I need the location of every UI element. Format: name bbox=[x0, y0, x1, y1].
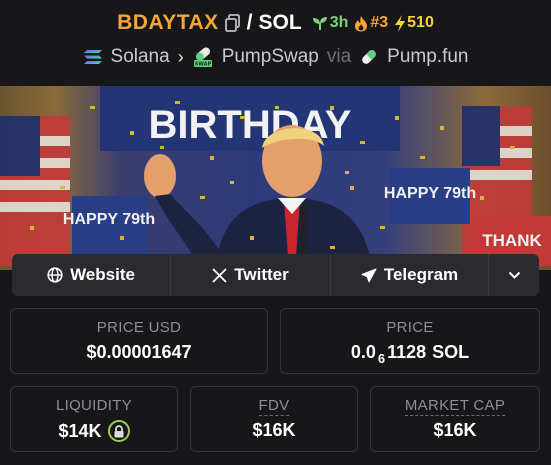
price-usd-card: PRICE USD $0.00001647 bbox=[10, 308, 268, 374]
market-cap-value: $16K bbox=[433, 420, 477, 440]
fdv-card: FDV $16K bbox=[190, 386, 358, 452]
price-usd-label: PRICE USD bbox=[96, 319, 182, 336]
twitter-label: Twitter bbox=[234, 265, 289, 284]
liquidity-label: LIQUIDITY bbox=[55, 397, 133, 414]
trending-rank-value: #3 bbox=[370, 14, 389, 31]
website-button[interactable]: Website bbox=[12, 254, 171, 296]
via-label: via bbox=[326, 46, 352, 67]
token-symbol: BDAYTAX bbox=[117, 11, 219, 34]
telegram-icon bbox=[361, 268, 377, 282]
pair-separator: / bbox=[246, 11, 253, 34]
fdv-value: $16K bbox=[252, 420, 296, 440]
pair-title: BDAYTAX / SOL 3h #3 510 bbox=[0, 11, 551, 35]
website-label: Website bbox=[70, 265, 135, 284]
fdv-label[interactable]: FDV bbox=[191, 397, 357, 416]
market-cap-label[interactable]: MARKET CAP bbox=[371, 397, 539, 416]
launchpad-link[interactable]: Pump.fun bbox=[387, 46, 468, 68]
boost-count-value: 510 bbox=[407, 14, 434, 31]
liquidity-value: $14K bbox=[58, 420, 102, 441]
market-cap-card: MARKET CAP $16K bbox=[370, 386, 540, 452]
twitter-button[interactable]: Twitter bbox=[171, 254, 331, 296]
flame-icon bbox=[355, 15, 368, 31]
telegram-button[interactable]: Telegram bbox=[331, 254, 489, 296]
price-native-digits: 1128 bbox=[387, 342, 427, 362]
chevron-right-icon: › bbox=[177, 46, 184, 67]
pill-icon bbox=[362, 50, 376, 64]
solana-icon bbox=[83, 50, 102, 64]
boost-count: 510 bbox=[394, 14, 434, 32]
social-links-bar: Website Twitter Telegram bbox=[12, 254, 539, 296]
liquidity-value-row: $14K bbox=[11, 420, 177, 442]
globe-icon bbox=[47, 267, 63, 283]
chain-link[interactable]: Solana bbox=[111, 46, 170, 68]
pair-source: Solana › SWAP PumpSwap via Pump.fun bbox=[0, 46, 551, 68]
dex-link[interactable]: PumpSwap bbox=[222, 46, 319, 68]
token-banner-image: BIRTHDAY HAPPY 79th HAPPY 79th THANK bbox=[0, 86, 551, 270]
seedling-icon bbox=[312, 17, 327, 30]
price-native-label: PRICE bbox=[386, 319, 434, 336]
price-native-unit: SOL bbox=[432, 342, 470, 362]
pair-header: BDAYTAX / SOL 3h #3 510 Solana › SWAP Pu bbox=[0, 0, 551, 86]
liquidity-card: LIQUIDITY $14K bbox=[10, 386, 178, 452]
copy-icon[interactable] bbox=[224, 14, 241, 32]
banner-sign-left: HAPPY 79th bbox=[63, 211, 155, 228]
lightning-icon bbox=[395, 14, 406, 32]
chevron-down-icon bbox=[508, 271, 520, 279]
x-logo-icon bbox=[212, 267, 227, 283]
banner-sign-right: HAPPY 79th bbox=[384, 185, 476, 202]
quote-symbol: SOL bbox=[258, 11, 302, 34]
pair-age: 3h bbox=[312, 14, 349, 32]
svg-text:SWAP: SWAP bbox=[194, 62, 211, 68]
price-native-card: PRICE 0.0 6 1128 SOL bbox=[280, 308, 540, 374]
trending-rank: #3 bbox=[354, 14, 388, 32]
pumpswap-icon: SWAP bbox=[193, 47, 212, 68]
pair-age-value: 3h bbox=[329, 14, 349, 31]
price-native-value: 0.0 6 1128 SOL bbox=[281, 342, 539, 366]
more-links-button[interactable] bbox=[489, 254, 539, 296]
price-usd-value: $0.00001647 bbox=[86, 342, 192, 362]
price-native-zero-count: 6 bbox=[377, 351, 386, 366]
lock-icon[interactable] bbox=[107, 420, 130, 442]
banner-sign-far-right: THANK bbox=[482, 231, 542, 250]
telegram-label: Telegram bbox=[383, 265, 459, 284]
price-native-prefix: 0.0 bbox=[350, 342, 376, 362]
